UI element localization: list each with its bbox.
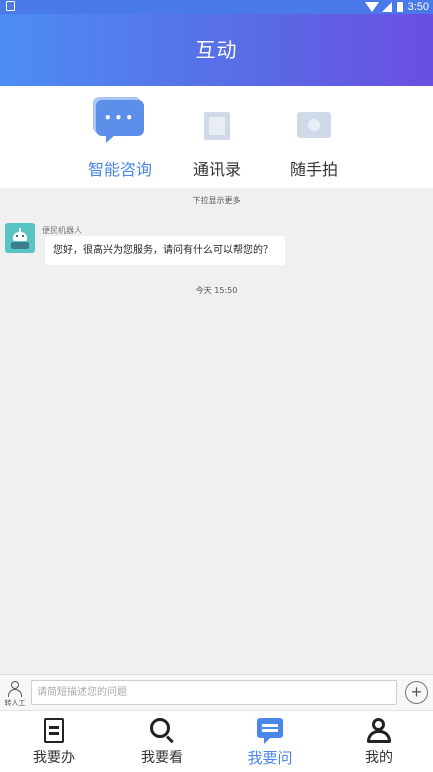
tab-label: 随手拍 xyxy=(289,160,338,179)
pull-to-load-hint: 下拉显示更多 xyxy=(192,196,241,205)
user-icon xyxy=(366,718,392,744)
message-timestamp: 今天 15:50 xyxy=(195,286,238,295)
nav-item-ask[interactable]: 我要问 xyxy=(216,711,324,772)
chat-input-bar: 转人工 + xyxy=(0,674,433,710)
signal-icon xyxy=(381,2,392,12)
person-icon xyxy=(11,681,19,689)
page-title: 互动 xyxy=(195,38,238,62)
tab-smart-consult[interactable]: ••• 智能咨询 xyxy=(75,86,165,188)
nav-label: 我的 xyxy=(365,750,393,766)
nav-item-mine[interactable]: 我的 xyxy=(325,711,433,772)
plus-icon: + xyxy=(411,682,422,702)
status-bar: 3:50 xyxy=(0,0,433,14)
search-icon xyxy=(150,718,174,744)
chat-icon xyxy=(257,718,283,744)
nav-item-handle[interactable]: 我要办 xyxy=(0,711,108,772)
contacts-book-icon xyxy=(204,112,230,140)
status-time: 3:50 xyxy=(407,1,429,13)
document-icon xyxy=(44,718,64,743)
transfer-label: 转人工 xyxy=(4,699,26,707)
nav-item-view[interactable]: 我要看 xyxy=(108,711,216,772)
tab-label: 通讯录 xyxy=(192,160,241,179)
bot-message-bubble: 您好，很高兴为您服务，请问有什么可以帮您的？ xyxy=(45,236,285,265)
tab-snapshot[interactable]: 随手拍 xyxy=(269,86,359,188)
robot-avatar xyxy=(5,223,35,253)
camera-icon xyxy=(297,112,331,138)
tab-contacts[interactable]: 通讯录 xyxy=(172,86,262,188)
sender-name: 便民机器人 xyxy=(42,226,82,235)
status-indicators: 3:50 xyxy=(364,0,429,14)
notification-icon xyxy=(6,1,15,11)
battery-icon xyxy=(396,2,403,12)
nav-label: 我要看 xyxy=(141,750,183,766)
nav-label: 我要办 xyxy=(33,750,75,766)
feature-tabs: ••• 智能咨询 通讯录 随手拍 xyxy=(0,86,433,188)
wifi-icon xyxy=(364,2,379,12)
question-input[interactable] xyxy=(31,680,397,705)
add-attachment-button[interactable]: + xyxy=(405,681,428,704)
transfer-to-human-button[interactable]: 转人工 xyxy=(3,679,27,707)
tab-label: 智能咨询 xyxy=(87,160,152,179)
chat-bubble-icon: ••• xyxy=(96,100,144,144)
nav-label: 我要问 xyxy=(247,749,293,767)
bottom-navigation: 我要办 我要看 我要问 我的 xyxy=(0,710,433,772)
app-header: 互动 xyxy=(0,14,433,86)
